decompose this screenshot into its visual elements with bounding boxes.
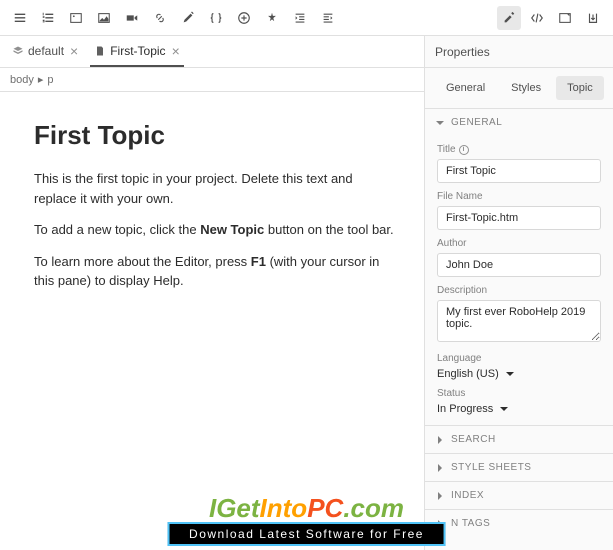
breadcrumb: body ▸ p [0,68,424,92]
chevron-down-icon [435,118,445,128]
chevron-right-icon [435,435,445,445]
language-select[interactable]: English (US) [437,368,601,380]
description-field[interactable]: My first ever RoboHelp 2019 topic. [437,300,601,342]
close-icon[interactable]: × [70,43,78,59]
section-index: INDEX [425,481,613,509]
properties-header: Properties [425,36,613,68]
language-label: Language [437,353,601,364]
main-toolbar [0,0,613,36]
section-header-search[interactable]: SEARCH [425,426,613,453]
section-tags: N TAGS [425,509,613,537]
title-field[interactable] [437,159,601,183]
image-box-icon[interactable] [64,6,88,30]
tab-default[interactable]: default × [8,37,82,67]
chevron-right-icon [435,463,445,473]
add-circle-icon[interactable] [232,6,256,30]
indent-right-icon[interactable] [316,6,340,30]
tab-label: default [28,44,64,58]
section-header-index[interactable]: INDEX [425,482,613,509]
video-icon[interactable] [120,6,144,30]
status-label: Status [437,388,601,399]
tab-topic[interactable]: Topic [556,76,604,100]
page-title[interactable]: First Topic [34,120,396,151]
editor-pane: default × First-Topic × body ▸ p First T… [0,36,425,550]
chevron-down-icon [499,404,509,414]
filename-label: File Name [437,191,601,202]
indent-left-icon[interactable] [288,6,312,30]
editor-content[interactable]: First Topic This is the first topic in y… [10,100,420,542]
author-label: Author [437,238,601,249]
list-icon[interactable] [8,6,32,30]
link-icon[interactable] [148,6,172,30]
properties-tabs: General Styles Topic [425,68,613,108]
breadcrumb-body[interactable]: body [10,74,34,86]
section-search: SEARCH [425,425,613,453]
code-braces-icon[interactable] [204,6,228,30]
paragraph[interactable]: This is the first topic in your project.… [34,169,396,208]
star-icon[interactable] [260,6,284,30]
close-icon[interactable]: × [172,43,180,59]
watermark-overlay: IGetIntoPC.com Download Latest Software … [167,493,446,546]
title-label: Titlei [437,144,601,155]
tab-first-topic[interactable]: First-Topic × [90,37,184,67]
export-icon[interactable] [581,6,605,30]
section-stylesheets: STYLE SHEETS [425,453,613,481]
numbered-list-icon[interactable] [36,6,60,30]
edit-icon[interactable] [176,6,200,30]
author-view-icon[interactable] [497,6,521,30]
source-view-icon[interactable] [525,6,549,30]
layers-icon [12,45,24,57]
breadcrumb-p[interactable]: p [47,74,53,86]
section-header-tags[interactable]: N TAGS [425,510,613,537]
tab-label: First-Topic [110,44,165,58]
image-icon[interactable] [92,6,116,30]
chevron-down-icon [505,369,515,379]
status-select[interactable]: In Progress [437,403,601,415]
properties-panel: Properties General Styles Topic GENERAL … [425,36,613,550]
tab-styles[interactable]: Styles [500,76,552,100]
watermark-subtitle: Download Latest Software for Free [167,522,446,546]
chevron-right-icon: ▸ [38,73,44,86]
author-field[interactable] [437,253,601,277]
filename-field[interactable] [437,206,601,230]
description-label: Description [437,285,601,296]
section-header-stylesheets[interactable]: STYLE SHEETS [425,454,613,481]
tab-general[interactable]: General [435,76,496,100]
info-icon[interactable]: i [459,145,469,155]
section-general: GENERAL Titlei File Name Author Descript… [425,108,613,425]
document-icon [94,45,106,57]
document-tabs: default × First-Topic × [0,36,424,68]
section-header-general[interactable]: GENERAL [425,109,613,136]
watermark-logo: IGetIntoPC.com [167,493,446,524]
preview-icon[interactable] [553,6,577,30]
paragraph[interactable]: To add a new topic, click the New Topic … [34,220,396,240]
paragraph[interactable]: To learn more about the Editor, press F1… [34,252,396,291]
